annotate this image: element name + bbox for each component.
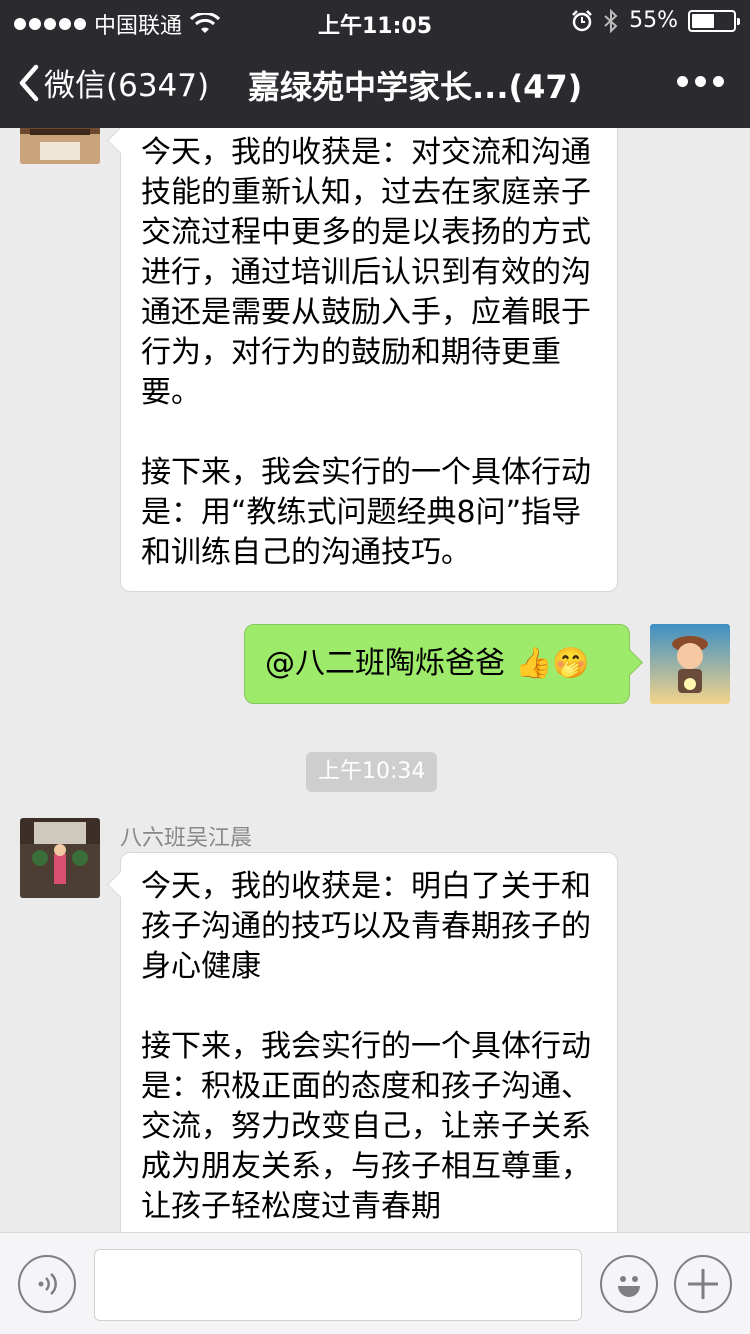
chat-title: 嘉绿苑中学家长...(47)	[248, 68, 583, 106]
battery-fill	[692, 13, 714, 28]
input-bar	[0, 1232, 750, 1334]
alarm-icon	[572, 9, 592, 31]
plus-icon	[688, 1269, 718, 1299]
status-right: 55%	[571, 8, 740, 33]
chevron-left-icon	[19, 64, 39, 101]
message-paragraph: 接下来，我会实行的一个具体行动是：积极正面的态度和孩子沟通、交流，努力改变自己，…	[141, 1029, 591, 1224]
message-bubble[interactable]: 今天，我的收获是：明白了关于和孩子沟通的技巧以及青春期孩子的身心健康 接下来，我…	[120, 852, 618, 1232]
thumbs-up-icon: 👍🤭	[515, 646, 590, 681]
more-button[interactable]	[677, 76, 724, 87]
status-bar: 中国联通 上午11:05 55%	[0, 0, 750, 40]
more-dot-icon	[677, 76, 688, 87]
avatar[interactable]	[20, 818, 100, 898]
message-paragraph: 今天，我的收获是：对交流和沟通技能的重新认知，过去在家庭亲子交流过程中更多的是以…	[141, 135, 591, 410]
chat-area[interactable]: 今天，我的收获是：对交流和沟通技能的重新认知，过去在家庭亲子交流过程中更多的是以…	[0, 128, 750, 1232]
timestamp: 上午10:34	[306, 752, 438, 792]
smile-icon	[618, 1276, 640, 1297]
header: 中国联通 上午11:05 55% 微信(6347) 嘉绿苑中学家长...(47)	[0, 0, 750, 128]
more-dot-icon	[695, 76, 706, 87]
more-dot-icon	[713, 76, 724, 87]
sender-name: 八六班吴江晨	[120, 826, 253, 851]
more-functions-button[interactable]	[674, 1255, 732, 1313]
voice-button[interactable]	[18, 1255, 76, 1313]
emoji-button[interactable]	[600, 1255, 658, 1313]
message-paragraph: 今天，我的收获是：明白了关于和孩子沟通的技巧以及青春期孩子的身心健康	[141, 869, 591, 984]
message-paragraph: 接下来，我会实行的一个具体行动是：用“教练式问题经典8问”指导和训练自己的沟通技…	[141, 455, 591, 570]
my-avatar[interactable]	[650, 624, 730, 704]
message-input[interactable]	[94, 1249, 582, 1321]
bluetooth-icon	[604, 8, 618, 33]
nav-bar: 微信(6347) 嘉绿苑中学家长...(47)	[0, 40, 750, 128]
battery-icon	[688, 9, 740, 32]
battery-percent: 55%	[629, 8, 678, 33]
avatar[interactable]	[20, 128, 100, 164]
message-bubble[interactable]: 今天，我的收获是：对交流和沟通技能的重新认知，过去在家庭亲子交流过程中更多的是以…	[120, 128, 618, 592]
message-bubble-outgoing[interactable]: @八二班陶烁爸爸 👍🤭	[244, 624, 630, 704]
back-label: 微信(6347)	[44, 68, 210, 104]
mention-text: @八二班陶烁爸爸	[265, 646, 505, 681]
back-button[interactable]: 微信(6347)	[18, 60, 209, 105]
voice-icon	[38, 1273, 57, 1295]
